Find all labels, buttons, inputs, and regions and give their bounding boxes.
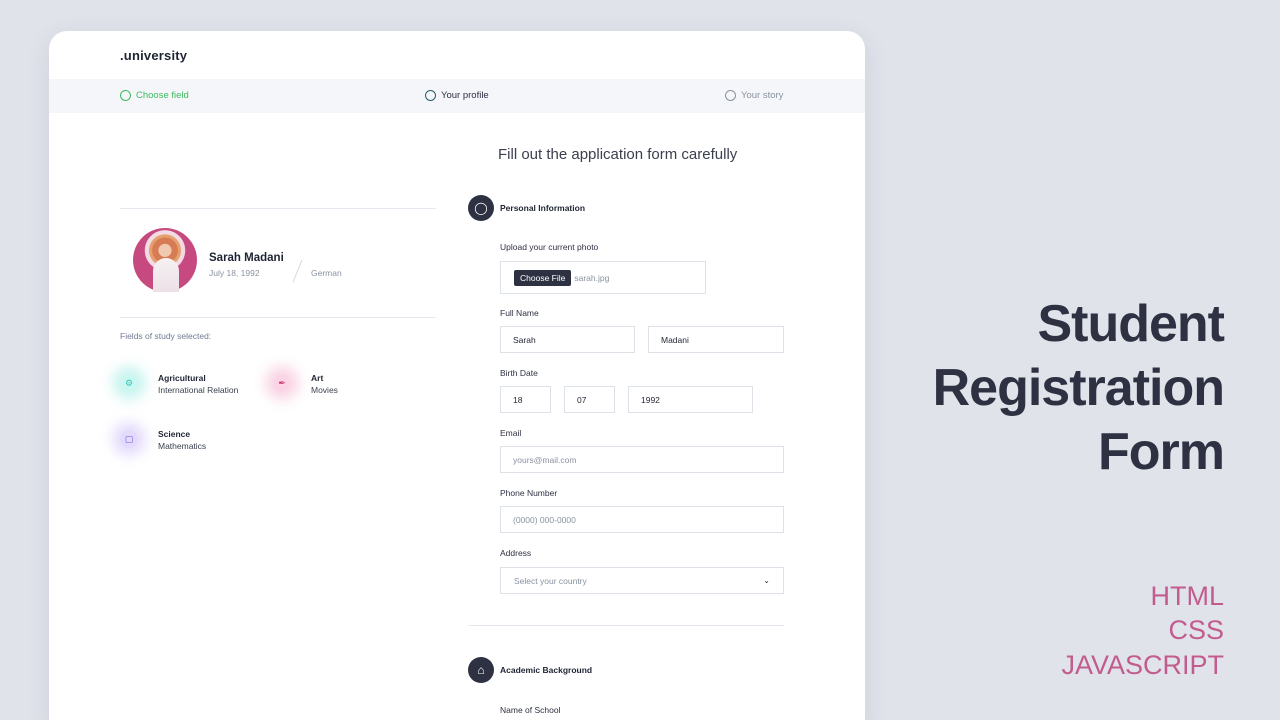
field-title: Agricultural bbox=[158, 373, 206, 383]
promo-line: Student bbox=[1037, 295, 1225, 353]
step-your-profile[interactable]: Your profile bbox=[425, 90, 489, 101]
step-active-icon bbox=[425, 90, 436, 101]
school-label: Name of School bbox=[500, 705, 561, 715]
profile-name: Sarah Madani bbox=[209, 252, 284, 264]
section-title-academic: Academic Background bbox=[500, 665, 593, 675]
separator bbox=[292, 259, 303, 283]
phone-label: Phone Number bbox=[500, 488, 558, 498]
badge-icon: ◯ bbox=[468, 195, 494, 221]
photo-upload[interactable]: Choose File sarah.jpg bbox=[500, 261, 706, 294]
step-choose-field[interactable]: Choose field bbox=[120, 90, 189, 101]
avatar bbox=[133, 228, 197, 292]
phone-field[interactable] bbox=[500, 506, 784, 533]
address-label: Address bbox=[500, 548, 532, 558]
birth-year-field[interactable] bbox=[628, 386, 753, 413]
country-select[interactable]: Select your country ⌄ bbox=[500, 567, 784, 594]
section-title-personal: Personal Information bbox=[500, 203, 586, 213]
field-title: Art bbox=[311, 373, 324, 383]
step-upcoming-icon bbox=[725, 90, 736, 101]
divider bbox=[120, 208, 436, 209]
choose-file-button[interactable]: Choose File bbox=[514, 269, 572, 286]
chevron-down-icon: ⌄ bbox=[763, 576, 770, 585]
birth-date-label: Birth Date bbox=[500, 368, 538, 378]
divider bbox=[120, 317, 436, 318]
divider bbox=[468, 625, 784, 626]
step-label: Your story bbox=[741, 90, 784, 101]
profile-dob: July 18, 1992 bbox=[209, 268, 260, 278]
last-name-field[interactable] bbox=[648, 326, 784, 353]
step-your-story[interactable]: Your story bbox=[725, 90, 783, 101]
step-label: Choose field bbox=[136, 90, 189, 101]
building-icon: ⌂ bbox=[468, 657, 494, 683]
country-placeholder: Select your country bbox=[514, 575, 587, 586]
progress-steps: Choose field Your profile Your story bbox=[49, 79, 865, 113]
feather-icon: ✒ bbox=[273, 374, 291, 392]
tech-html: HTML bbox=[1150, 581, 1225, 611]
tractor-icon: ⚙ bbox=[120, 374, 138, 392]
fields-label: Fields of study selected: bbox=[120, 331, 212, 341]
field-subtitle: Movies bbox=[311, 385, 338, 395]
promo-line: Form bbox=[1098, 423, 1225, 481]
field-subtitle: Mathematics bbox=[158, 441, 207, 451]
email-label: Email bbox=[500, 428, 522, 438]
promo-line: Registration bbox=[932, 359, 1225, 417]
tech-css: CSS bbox=[1168, 615, 1224, 645]
full-name-label: Full Name bbox=[500, 308, 539, 318]
photo-label: Upload your current photo bbox=[500, 242, 599, 252]
tech-javascript: JAVASCRIPT bbox=[1061, 650, 1224, 680]
field-title: Science bbox=[158, 429, 191, 439]
form-title: Fill out the application form carefully bbox=[498, 146, 738, 163]
promo-title: Student Registration Form bbox=[932, 292, 1225, 484]
file-name: sarah.jpg bbox=[574, 272, 610, 283]
email-field[interactable] bbox=[500, 446, 784, 473]
app-window: .university Choose field Your profile Yo… bbox=[49, 31, 865, 720]
birth-day-field[interactable] bbox=[500, 386, 551, 413]
first-name-field[interactable] bbox=[500, 326, 635, 353]
book-icon: ▢ bbox=[120, 430, 138, 448]
brand-logo[interactable]: .university bbox=[120, 48, 187, 63]
step-label: Your profile bbox=[441, 90, 489, 101]
step-complete-icon bbox=[120, 90, 131, 101]
field-subtitle: International Relation bbox=[158, 385, 239, 395]
birth-month-field[interactable] bbox=[564, 386, 615, 413]
profile-nationality: German bbox=[311, 268, 342, 278]
